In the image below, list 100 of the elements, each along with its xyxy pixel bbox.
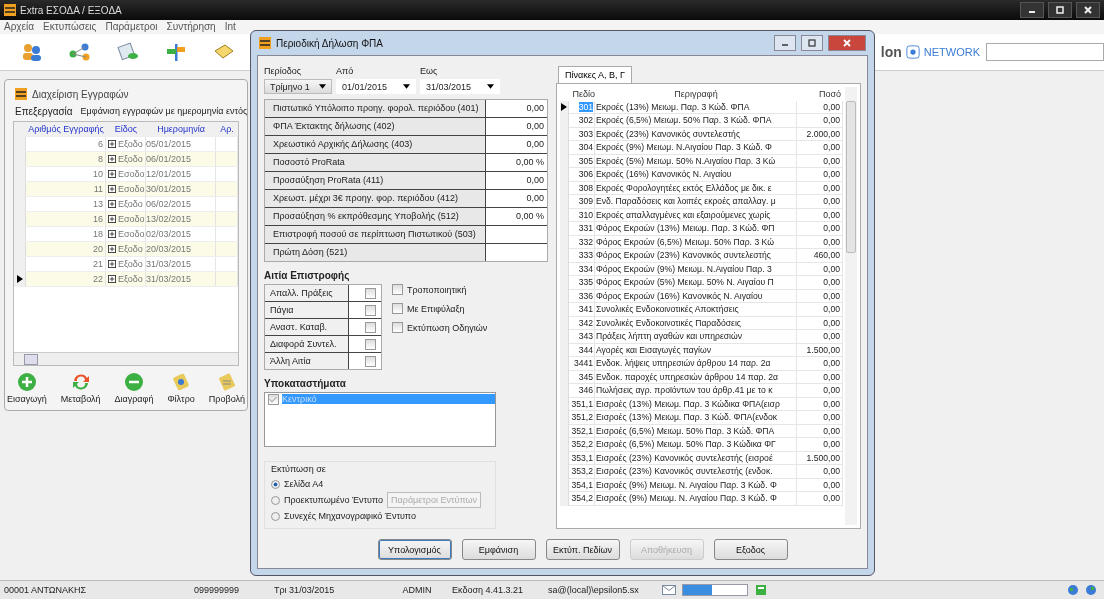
panel-menu-item[interactable]: Επεξεργασία <box>15 106 73 117</box>
amount-field[interactable]: 0,00 <box>486 172 547 189</box>
amount-field[interactable] <box>486 226 547 243</box>
tab[interactable]: Πίνακες Α, Β, Γ <box>558 66 633 83</box>
amount-field[interactable]: 0,00 <box>486 136 547 153</box>
dialog-button[interactable]: Υπολογισμός <box>377 539 452 560</box>
menu-item[interactable]: Αρχεία <box>4 20 35 34</box>
menu-item[interactable]: Παράμετροι <box>105 20 158 34</box>
checkbox[interactable] <box>365 338 376 350</box>
vertical-scrollbar[interactable] <box>845 87 857 525</box>
period-dropdown[interactable]: Τρίμηνο 1 <box>264 79 332 94</box>
radio-button[interactable] <box>271 479 280 489</box>
table-cell: 31/03/2015 <box>146 272 216 286</box>
users-icon[interactable] <box>20 42 44 62</box>
checkbox-label[interactable]: Με Επιφύλαξη <box>407 303 465 314</box>
radio-button[interactable] <box>271 511 280 521</box>
table-cell: 0,00 <box>797 208 843 222</box>
network-icon[interactable] <box>68 42 92 62</box>
checkbox[interactable] <box>365 321 376 333</box>
dialog-button[interactable]: Εκτύπ. Πεδίων <box>545 539 620 560</box>
table-cell: 06/01/2015 <box>146 152 216 166</box>
table-cell: 331 <box>578 223 593 233</box>
action-button[interactable]: Εισαγωγή <box>7 372 47 404</box>
to-date-field[interactable]: 31/03/2015 <box>420 79 500 94</box>
maximize-button[interactable] <box>1048 2 1072 18</box>
minimize-button[interactable] <box>774 35 796 51</box>
expand-icon[interactable] <box>108 185 116 193</box>
table-cell: 335 <box>578 277 593 287</box>
column-header[interactable]: Ημερομηνία <box>146 124 216 134</box>
expand-icon[interactable] <box>108 275 116 283</box>
radio-button[interactable] <box>271 495 280 505</box>
table-cell: 351,1 <box>571 398 593 409</box>
radio-label[interactable]: Προεκτυπωμένο Έντυπο <box>284 495 384 505</box>
checkbox-label[interactable]: Εκτύπωση Οδηγιών <box>407 322 488 333</box>
checkbox[interactable] <box>365 287 376 299</box>
table-cell: Εισροές (6,5%) Μειωμ. 50% Παρ. 3 Κώδ. ΦΠΑ <box>595 424 797 438</box>
amount-field[interactable]: 0,00 % <box>486 208 547 225</box>
amount-field[interactable]: 0,00 <box>486 118 547 135</box>
dialog-button[interactable]: Εξοδος <box>713 539 788 560</box>
amount-field[interactable]: 0,00 <box>486 190 547 207</box>
checkbox[interactable] <box>365 355 376 367</box>
checkbox[interactable] <box>268 393 279 405</box>
expand-icon[interactable] <box>108 170 116 178</box>
minimize-button[interactable] <box>1020 2 1044 18</box>
status-login: ADMIN <box>401 585 433 595</box>
maximize-button[interactable] <box>801 35 823 51</box>
table-cell: 0,00 <box>797 141 843 155</box>
expand-icon[interactable] <box>108 230 116 238</box>
expand-icon[interactable] <box>108 140 116 148</box>
search-field[interactable] <box>986 43 1104 61</box>
radio-label[interactable]: Συνεχές Μηχανογραφικό Έντυπο <box>284 511 416 521</box>
column-header[interactable]: Αρ. <box>216 124 238 134</box>
action-button[interactable]: Μεταβολή <box>60 372 101 404</box>
close-button[interactable] <box>1076 2 1100 18</box>
column-header[interactable]: Είδος <box>106 124 146 134</box>
expand-icon[interactable] <box>108 260 116 268</box>
dialog-button[interactable]: Εμφάνιση <box>461 539 536 560</box>
expand-icon[interactable] <box>108 155 116 163</box>
checkbox[interactable] <box>392 284 403 295</box>
checkbox[interactable] <box>392 303 403 314</box>
table-cell: Ενδ. Παραδόσεις και λοιπές εκροές απαλλαγ. μ <box>595 195 797 209</box>
table-cell: 0,00 <box>797 492 843 506</box>
table-cell: 0,00 <box>797 195 843 209</box>
row-selector[interactable] <box>14 272 26 286</box>
table-cell: 20 <box>26 242 106 256</box>
action-button[interactable]: Προβολή <box>208 372 245 404</box>
from-label: Από <box>336 66 355 76</box>
menu-item[interactable]: Εκτυπώσεις <box>43 20 97 34</box>
checkbox[interactable] <box>392 322 403 333</box>
amount-field[interactable] <box>486 244 547 261</box>
column-header[interactable]: Πεδίο <box>569 88 596 99</box>
action-button[interactable]: Φίλτρο <box>167 372 195 404</box>
checkbox-label[interactable]: Τροποποιητική <box>407 284 467 295</box>
document-icon[interactable] <box>116 42 140 62</box>
table-cell: 0,00 <box>797 168 843 182</box>
panel-menu-item[interactable]: Εμφάνιση εγγραφών με ημερομηνία εντός <box>80 106 247 117</box>
horizontal-scrollbar[interactable] <box>14 352 238 365</box>
table-cell: 0,00 <box>797 316 843 330</box>
table-cell-text: Εξοδο <box>118 138 143 151</box>
table-cell: 06/02/2015 <box>146 197 216 211</box>
checkbox[interactable] <box>365 304 376 316</box>
column-header[interactable]: Αριθμός Εγγραφής <box>26 124 106 134</box>
from-date-field[interactable]: 01/01/2015 <box>336 79 416 94</box>
menu-item[interactable]: Int <box>224 20 236 34</box>
amount-field[interactable]: 0,00 <box>486 100 547 117</box>
column-header[interactable]: Ποσό <box>795 88 843 99</box>
menu-item[interactable]: Συντήρηση <box>166 20 216 34</box>
signpost-icon[interactable] <box>164 42 188 62</box>
expand-icon[interactable] <box>108 215 116 223</box>
expand-icon[interactable] <box>108 200 116 208</box>
column-header[interactable]: Περιγραφή <box>596 88 795 99</box>
table-cell: 21 <box>26 257 106 271</box>
row-selector[interactable] <box>560 100 569 114</box>
radio-label[interactable]: Σελίδα Α4 <box>284 479 324 489</box>
table-cell-text: Εξοδο <box>118 273 143 286</box>
action-button[interactable]: Διαγραφή <box>114 372 154 404</box>
table-cell: Φόρος Εκροών (13%) Μειωμ. Παρ. 3 Κώδ. ΦΠ <box>595 222 797 236</box>
amount-field[interactable]: 0,00 % <box>486 154 547 171</box>
dropdown-arrow-icon <box>403 84 410 89</box>
expand-icon[interactable] <box>108 245 116 253</box>
